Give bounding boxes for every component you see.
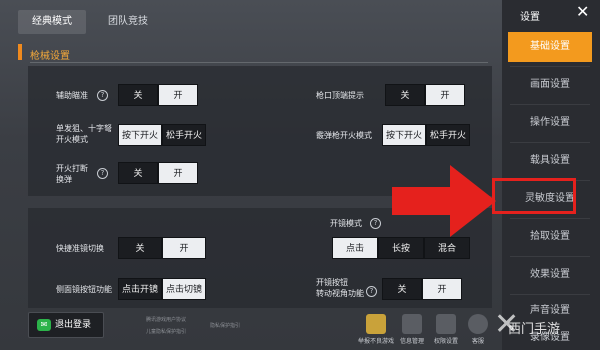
- tab-classic[interactable]: 经典模式: [18, 10, 86, 34]
- fire-interrupt-label: 开火打断 换弹: [56, 164, 88, 184]
- shield-icon[interactable]: [436, 314, 456, 334]
- muzzle-tip-label: 枪口顶端提示: [316, 91, 364, 100]
- logout-label: 退出登录: [55, 320, 92, 330]
- scope-turn-on[interactable]: 开: [422, 278, 462, 300]
- shotgun-fire-label: 霰弹枪开火模式: [316, 131, 372, 140]
- muzzle-tip-on[interactable]: 开: [425, 84, 465, 106]
- sidebar-divider: [510, 294, 590, 295]
- sidebar-item-graphics[interactable]: 画面设置: [508, 70, 592, 100]
- sidebar-item-pickup[interactable]: 拾取设置: [508, 222, 592, 252]
- close-icon[interactable]: ✕: [576, 4, 589, 20]
- side-scope-switch[interactable]: 点击切镜: [162, 278, 206, 300]
- aim-assist-label: 辅助瞄准: [56, 91, 88, 100]
- info-icon[interactable]: [402, 314, 422, 334]
- sidebar-item-basic[interactable]: 基础设置: [508, 32, 592, 62]
- fire-interrupt-off[interactable]: 关: [118, 162, 158, 184]
- privacy-link[interactable]: 隐私保护指引: [210, 322, 240, 329]
- user-agreement-link[interactable]: 腾讯游戏用户协议: [146, 316, 186, 323]
- sniper-fire-press[interactable]: 按下开火: [118, 124, 162, 146]
- side-scope-open[interactable]: 点击开镜: [118, 278, 162, 300]
- sniper-fire-label: 单发狙、十字弩 开火模式: [56, 124, 112, 144]
- tab-team[interactable]: 团队竞技: [94, 10, 162, 34]
- support-icon[interactable]: [468, 314, 488, 334]
- shotgun-fire-release[interactable]: 松手开火: [426, 124, 470, 146]
- support-label: 客服: [471, 338, 484, 345]
- sidebar-divider: [510, 218, 590, 219]
- report-icon[interactable]: [366, 314, 386, 334]
- aim-assist-toggle: 关 开: [118, 84, 198, 106]
- scope-mode-tap[interactable]: 点击: [332, 237, 378, 259]
- aim-assist-on[interactable]: 开: [158, 84, 198, 106]
- shotgun-fire-press[interactable]: 按下开火: [382, 124, 426, 146]
- shotgun-fire-toggle: 按下开火 松手开火: [382, 124, 470, 146]
- report-label: 举报不良游戏: [358, 338, 395, 345]
- sidebar-divider: [510, 256, 590, 257]
- section-title: 枪械设置: [30, 51, 70, 62]
- muzzle-tip-toggle: 关 开: [385, 84, 465, 106]
- sidebar-item-controls[interactable]: 操作设置: [508, 108, 592, 138]
- sensitivity-highlight: [492, 178, 576, 214]
- sidebar-item-effects[interactable]: 效果设置: [508, 260, 592, 290]
- permission-label: 权限设置: [433, 338, 458, 345]
- help-icon[interactable]: ?: [366, 286, 377, 297]
- fire-interrupt-on[interactable]: 开: [158, 162, 198, 184]
- quick-switch-off[interactable]: 关: [118, 237, 162, 259]
- scope-turn-toggle: 关 开: [382, 278, 462, 300]
- sidebar-divider: [510, 104, 590, 105]
- muzzle-tip-off[interactable]: 关: [385, 84, 425, 106]
- help-icon[interactable]: ?: [97, 90, 108, 101]
- sidebar-item-vehicle[interactable]: 载具设置: [508, 146, 592, 176]
- child-privacy-link[interactable]: 儿童隐私保护指引: [146, 328, 186, 335]
- logout-button[interactable]: ✉ 退出登录: [28, 312, 104, 338]
- help-icon[interactable]: ?: [97, 168, 108, 179]
- fire-interrupt-toggle: 关 开: [118, 162, 198, 184]
- sidebar-divider: [510, 142, 590, 143]
- watermark-text: 西门手游: [508, 322, 561, 337]
- help-icon[interactable]: ?: [370, 218, 381, 229]
- red-arrow-icon: [392, 165, 496, 237]
- wechat-icon: ✉: [37, 319, 51, 331]
- scope-mode-selector: 点击 长按 混合: [332, 237, 470, 259]
- side-scope-toggle: 点击开镜 点击切镜: [118, 278, 206, 300]
- sidebar-title: 设置: [520, 12, 540, 23]
- info-label: 信息管理: [399, 338, 424, 345]
- quick-switch-label: 快捷准镜切换: [56, 244, 104, 253]
- sidebar-divider: [510, 66, 590, 67]
- sniper-fire-release[interactable]: 松手开火: [162, 124, 206, 146]
- scope-turn-off[interactable]: 关: [382, 278, 422, 300]
- scope-mode-label: 开镜模式: [330, 219, 362, 228]
- settings-sidebar: 设置 ✕ 基础设置 画面设置 操作设置 载具设置 灵敏度设置 拾取设置 效果设置…: [502, 0, 600, 350]
- quick-switch-on[interactable]: 开: [162, 237, 206, 259]
- mode-tabs: 经典模式 团队竞技: [18, 10, 162, 34]
- sniper-fire-toggle: 按下开火 松手开火: [118, 124, 206, 146]
- aim-assist-off[interactable]: 关: [118, 84, 158, 106]
- section-divider: [30, 62, 488, 63]
- scope-mode-hold[interactable]: 长按: [378, 237, 424, 259]
- section-marker: [18, 44, 22, 60]
- quick-switch-toggle: 关 开: [118, 237, 206, 259]
- side-scope-label: 侧面镜按钮功能: [56, 285, 112, 294]
- scope-mode-mix[interactable]: 混合: [424, 237, 470, 259]
